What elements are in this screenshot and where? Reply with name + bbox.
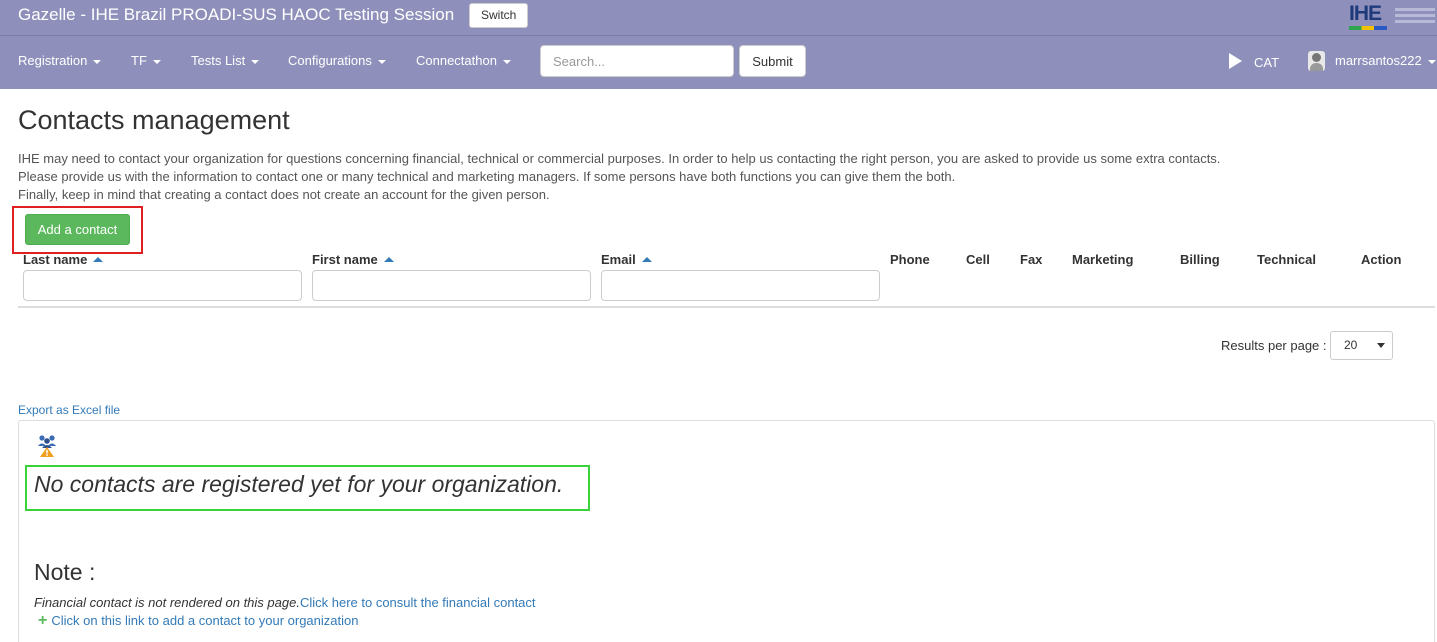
column-header-email[interactable]: Email [601,252,652,267]
sort-asc-icon [641,257,652,262]
export-excel-link[interactable]: Export as Excel file [18,403,120,417]
cat-link[interactable]: CAT [1254,55,1279,70]
note-text: Financial contact is not rendered on thi… [34,595,536,610]
switch-button[interactable]: Switch [469,3,529,28]
add-contact-button[interactable]: Add a contact [25,214,130,245]
logo-stripe [1349,26,1387,30]
user-name: marrsantos222 [1335,53,1422,68]
add-contact-link[interactable]: Click on this link to add a contact to y… [51,613,358,628]
column-header-cell: Cell [966,252,990,267]
intro-text: IHE may need to contact your organizatio… [18,150,1220,204]
first-name-filter-input[interactable] [312,270,591,301]
chevron-down-icon [377,59,386,64]
page-title: Contacts management [18,105,290,135]
nav-connectathon[interactable]: Connectathon [416,53,511,68]
chevron-down-icon [251,59,260,64]
sort-asc-icon [93,257,104,262]
column-header-label: Email [601,252,636,267]
nav-configurations-label: Configurations [288,53,372,68]
chevron-down-icon [93,59,102,64]
nav-tests-list-label: Tests List [191,53,246,68]
play-icon[interactable] [1229,53,1242,69]
app-title: Gazelle - IHE Brazil PROADI-SUS HAOC Tes… [18,5,455,24]
chevron-down-icon [1427,59,1436,64]
search-input[interactable] [540,45,734,77]
column-header-label: Last name [23,252,88,267]
results-per-page-value: 20 [1344,338,1358,352]
ihe-logo: IHE [1347,2,1437,34]
column-header-phone: Phone [890,252,930,267]
top-bar: Gazelle - IHE Brazil PROADI-SUS HAOC Tes… [0,0,1437,36]
last-name-filter-input[interactable] [23,270,302,301]
nav-tests-list[interactable]: Tests List [191,53,260,68]
column-header-action: Action [1361,252,1402,267]
column-header-fax: Fax [1020,252,1043,267]
logo-text: IHE [1349,2,1382,25]
results-per-page-select[interactable]: 20 [1330,331,1393,360]
plus-icon: + [38,612,48,629]
nav-tf[interactable]: TF [131,53,161,68]
dropdown-caret-icon [1377,343,1385,348]
intro-line: Please provide us with the information t… [18,169,956,184]
user-menu[interactable]: marrsantos222 [1335,53,1436,68]
sort-asc-icon [383,257,394,262]
column-header-billing: Billing [1180,252,1220,267]
financial-contact-link[interactable]: Click here to consult the financial cont… [300,595,536,610]
chevron-down-icon [502,59,511,64]
note-title: Note : [34,559,96,585]
submit-button[interactable]: Submit [739,45,806,77]
nav-connectathon-label: Connectathon [416,53,497,68]
intro-line: Finally, keep in mind that creating a co… [18,187,550,202]
nav-tf-label: TF [131,53,147,68]
nav-registration[interactable]: Registration [18,53,102,68]
intro-line: IHE may need to contact your organizatio… [18,151,1221,166]
results-per-page-label: Results per page : [1221,338,1327,353]
nav-configurations[interactable]: Configurations [288,53,386,68]
column-header-first-name[interactable]: First name [312,252,394,267]
add-contact-link-row[interactable]: + Click on this link to add a contact to … [38,612,358,629]
column-header-last-name[interactable]: Last name [23,252,104,267]
avatar [1308,51,1325,71]
empty-contacts-message: No contacts are registered yet for your … [34,471,564,497]
logo-tagline [1395,8,1435,11]
people-warning-icon [38,435,56,457]
column-header-label: First name [312,252,378,267]
email-filter-input[interactable] [601,270,880,301]
chevron-down-icon [152,59,161,64]
main-navbar: Registration TF Tests List Configuration… [0,36,1437,89]
note-financial-text: Financial contact is not rendered on thi… [34,595,300,610]
column-header-technical: Technical [1257,252,1317,267]
nav-registration-label: Registration [18,53,88,68]
column-header-marketing: Marketing [1072,252,1134,267]
table-divider [18,306,1435,308]
